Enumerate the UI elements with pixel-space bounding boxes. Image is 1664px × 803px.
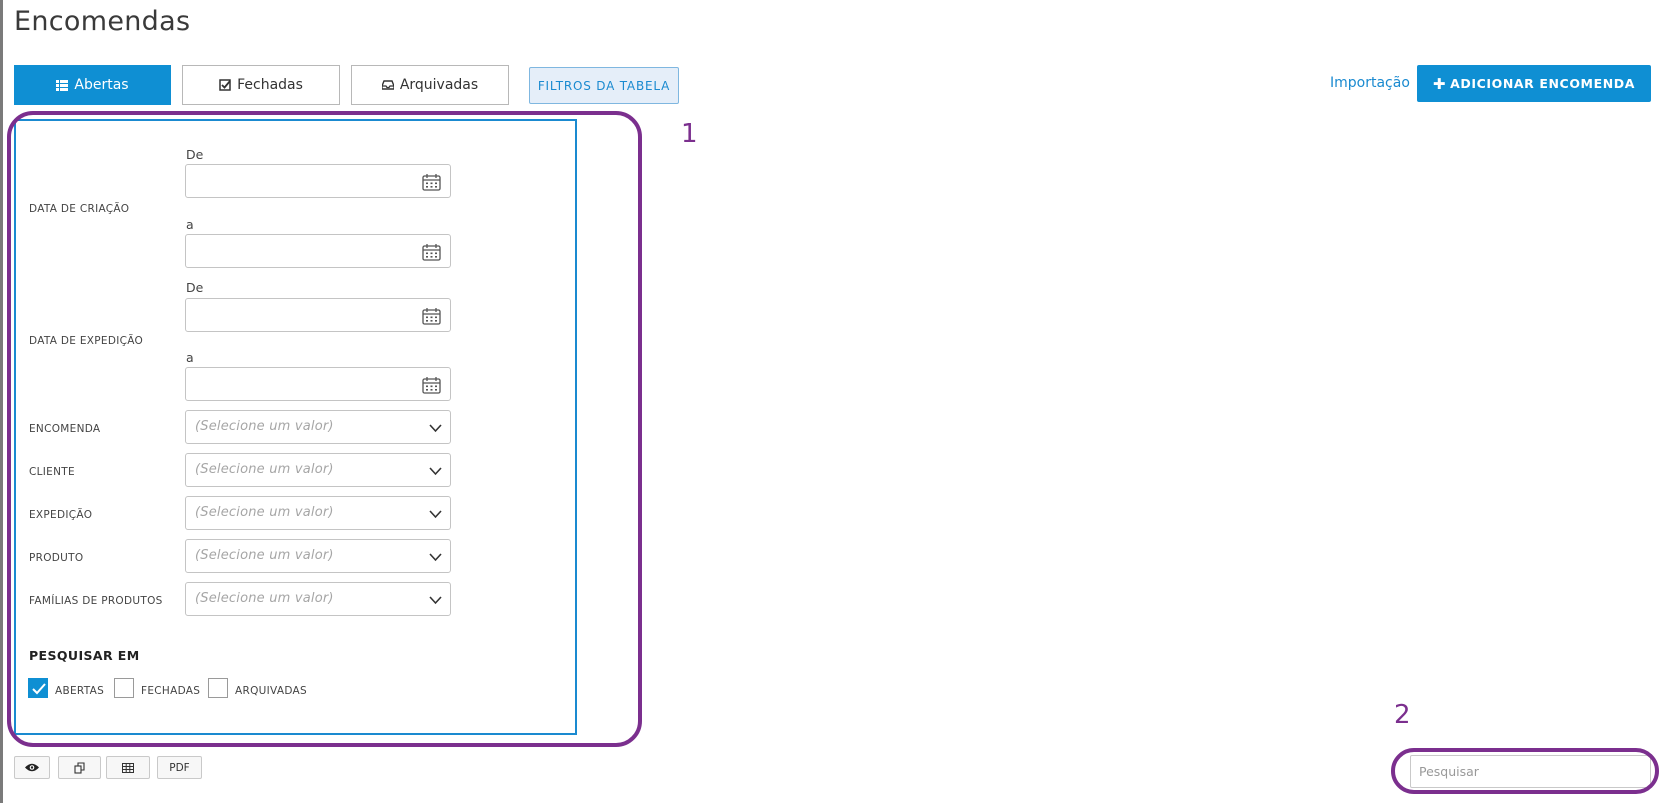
product-families-select[interactable]: (Selecione um valor) (185, 582, 451, 616)
creation-date-to-input[interactable] (185, 234, 451, 268)
order-filter-label: ENCOMENDA (29, 423, 101, 435)
creation-date-from-input[interactable] (185, 164, 451, 198)
list-icon (56, 79, 69, 91)
chevron-down-icon (429, 596, 442, 605)
tab-abertas[interactable]: Abertas (14, 65, 171, 105)
product-families-select-placeholder: (Selecione um valor) (195, 591, 334, 606)
chevron-down-icon (429, 424, 442, 433)
order-select[interactable]: (Selecione um valor) (185, 410, 451, 444)
search-in-title: PESQUISAR EM (29, 648, 140, 663)
product-filter-label: PRODUTO (29, 552, 84, 564)
search-in-archived-label: ARQUIVADAS (235, 685, 307, 697)
search-in-open-label: ABERTAS (55, 685, 105, 697)
creation-date-to-caption: a (186, 217, 194, 232)
inbox-icon (381, 80, 394, 90)
client-filter-label: CLIENTE (29, 466, 75, 478)
view-button[interactable] (14, 756, 50, 779)
tab-fechadas[interactable]: Fechadas (182, 65, 340, 105)
creation-date-label: DATA DE CRIAÇÃO (29, 203, 130, 215)
calendar-icon[interactable] (422, 307, 441, 325)
tab-arquivadas-label: Arquivadas (399, 77, 479, 93)
tab-arquivadas[interactable]: Arquivadas (351, 65, 509, 105)
check-square-icon (219, 79, 231, 91)
left-border (0, 0, 3, 803)
client-select[interactable]: (Selecione um valor) (185, 453, 451, 487)
checkmark-icon (32, 683, 46, 695)
pdf-button[interactable]: PDF (157, 756, 202, 779)
calendar-icon[interactable] (422, 376, 441, 394)
search-input[interactable] (1410, 755, 1651, 788)
product-select[interactable]: (Selecione um valor) (185, 539, 451, 573)
creation-date-from-caption: De (186, 147, 204, 162)
product-families-filter-label: FAMÍLIAS DE PRODUTOS (29, 595, 163, 607)
chevron-down-icon (429, 510, 442, 519)
copy-icon (73, 761, 85, 774)
add-order-button[interactable]: ✚ ADICIONAR ENCOMENDA (1417, 65, 1651, 102)
shipping-date-to-input[interactable] (185, 367, 451, 401)
eye-icon (25, 763, 39, 772)
copy-button[interactable] (58, 756, 101, 779)
plus-icon: ✚ (1432, 74, 1447, 93)
import-link[interactable]: Importação (1330, 75, 1410, 91)
table-export-button[interactable] (106, 756, 150, 779)
chevron-down-icon (429, 553, 442, 562)
table-filters-button[interactable]: FILTROS DA TABELA (529, 67, 679, 104)
shipping-date-from-input[interactable] (185, 298, 451, 332)
shipping-date-from-caption: De (186, 280, 204, 295)
shipping-date-to-caption: a (186, 350, 194, 365)
shipping-select[interactable]: (Selecione um valor) (185, 496, 451, 530)
add-order-label: ADICIONAR ENCOMENDA (1450, 76, 1636, 91)
tab-abertas-label: Abertas (74, 77, 129, 93)
client-select-placeholder: (Selecione um valor) (195, 462, 334, 477)
search-in-open-checkbox[interactable] (28, 678, 48, 698)
shipping-filter-label: EXPEDIÇÃO (29, 509, 93, 521)
chevron-down-icon (429, 467, 442, 476)
search-in-closed-label: FECHADAS (141, 685, 201, 697)
calendar-icon[interactable] (422, 243, 441, 261)
tab-fechadas-label: Fechadas (237, 77, 303, 93)
page-title: Encomendas (14, 6, 191, 37)
order-select-placeholder: (Selecione um valor) (195, 419, 334, 434)
shipping-date-label: DATA DE EXPEDIÇÃO (29, 335, 144, 347)
table-icon (122, 762, 134, 773)
callout-1: 1 (681, 119, 698, 149)
calendar-icon[interactable] (422, 173, 441, 191)
callout-2: 2 (1394, 700, 1411, 730)
search-in-closed-checkbox[interactable] (114, 678, 134, 698)
search-in-archived-checkbox[interactable] (208, 678, 228, 698)
shipping-select-placeholder: (Selecione um valor) (195, 505, 334, 520)
product-select-placeholder: (Selecione um valor) (195, 548, 334, 563)
